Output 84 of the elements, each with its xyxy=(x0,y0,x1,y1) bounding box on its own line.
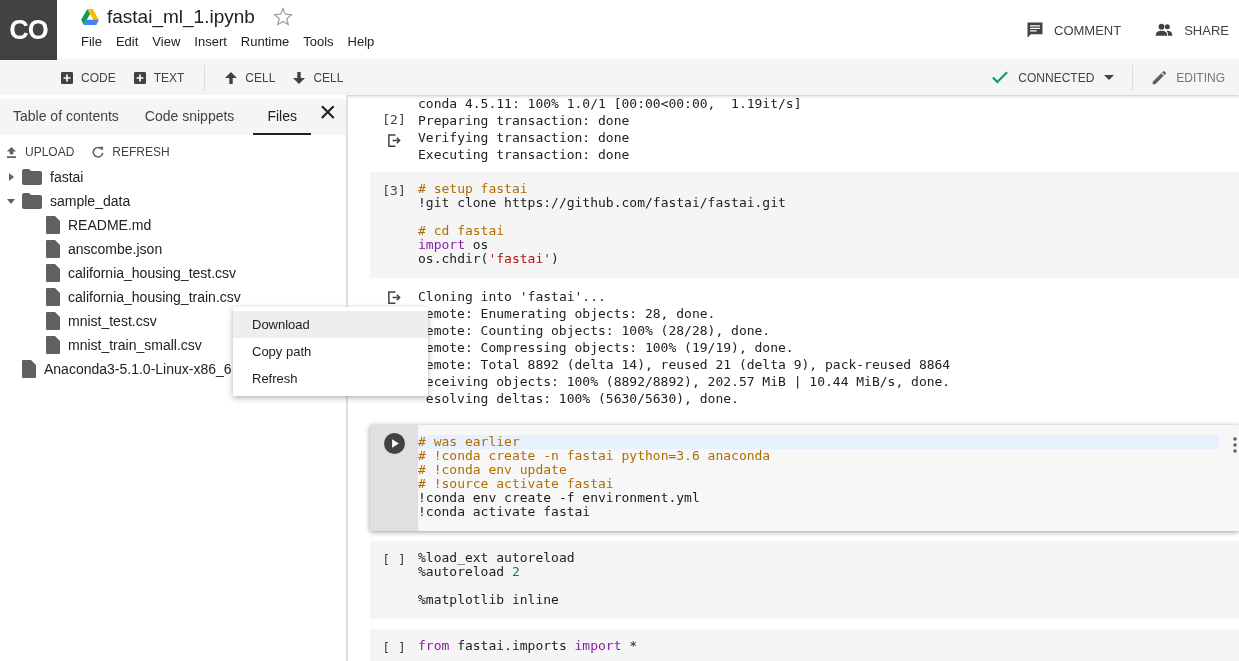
add-cell-button[interactable]: TEXT xyxy=(129,66,189,89)
colab-logo[interactable]: CO xyxy=(0,0,57,60)
share-button[interactable]: SHARE xyxy=(1147,16,1235,44)
code-line: # setup fastai xyxy=(418,182,529,196)
output-line: Verifying transaction: done xyxy=(418,129,631,146)
sidebar-tab[interactable]: Code snippets xyxy=(137,99,242,135)
menu-item[interactable]: View xyxy=(152,34,195,49)
code-line: %matplotlib inline xyxy=(418,593,560,607)
arrow-up-icon xyxy=(225,71,238,84)
folder-icon xyxy=(22,169,42,185)
menu-item[interactable]: Help xyxy=(347,34,389,49)
menu-item[interactable]: Tools xyxy=(303,34,348,49)
execution-count: [ ] xyxy=(382,552,406,569)
output-icon[interactable] xyxy=(386,290,402,305)
code-line: # cd fastai xyxy=(418,224,506,238)
connection-status-button[interactable]: CONNECTED xyxy=(988,66,1119,89)
execution-count: [2] xyxy=(382,112,406,127)
output-line: esolving deltas: 100% (5630/5630), done. xyxy=(424,390,740,407)
file-name[interactable]: sample_data xyxy=(50,193,131,209)
folder-icon xyxy=(22,193,42,209)
menu-item[interactable]: Insert xyxy=(194,34,241,49)
file-icon xyxy=(46,264,60,282)
code-line: !git clone https://github.com/fastai/fastai.git xyxy=(418,196,787,210)
file-icon xyxy=(46,336,60,354)
execution-count: [3] xyxy=(382,183,406,200)
sidebar-tab[interactable]: Files xyxy=(253,99,311,135)
caret-icon[interactable] xyxy=(6,172,16,182)
comment-icon xyxy=(1025,20,1046,40)
code-line: import os xyxy=(418,238,490,252)
menu-item[interactable]: Edit xyxy=(115,34,153,49)
code-line: %load_ext autoreload xyxy=(418,551,576,565)
drive-icon xyxy=(81,9,99,25)
code-line: !conda activate fastai xyxy=(418,505,591,519)
refresh-icon xyxy=(92,146,105,158)
output-line: Preparing transaction: done xyxy=(418,112,631,129)
file-icon xyxy=(22,360,36,378)
add-box-icon xyxy=(61,71,73,84)
code-line: os.chdir('fastai') xyxy=(418,252,560,266)
file-name[interactable]: mnist_train_small.csv xyxy=(68,337,202,353)
code-line: !conda env create -f environment.yml xyxy=(418,491,701,505)
output-line: conda 4.5.11: 100% 1.0/1 [00:00<00:00, 1.19it/s] xyxy=(418,95,803,112)
notebook-title[interactable]: fastai_ml_1.ipynb xyxy=(107,6,255,28)
close-button[interactable]: × xyxy=(316,99,339,125)
code-line: %autoreload 2 xyxy=(418,565,521,579)
menu-item[interactable]: Runtime xyxy=(240,34,304,49)
move-cell-up-button[interactable]: CELL xyxy=(221,66,280,89)
file-name[interactable]: california_housing_train.csv xyxy=(68,289,241,305)
editing-mode-button[interactable]: EDITING xyxy=(1147,65,1229,90)
output-line: Cloning into 'fastai'... xyxy=(418,288,607,305)
upload-icon xyxy=(6,146,17,158)
execution-count: [ ] xyxy=(382,640,406,655)
menu-item[interactable]: File xyxy=(81,34,116,49)
refresh-button[interactable]: REFRESH xyxy=(92,145,170,159)
context-menu-item[interactable]: Download xyxy=(233,311,428,338)
sidebar-tab[interactable]: Table of contents xyxy=(6,99,126,135)
file-icon xyxy=(46,240,60,258)
upload-button[interactable]: UPLOAD xyxy=(6,145,75,159)
output-icon[interactable] xyxy=(386,133,402,148)
file-name[interactable]: california_housing_test.csv xyxy=(68,265,237,281)
add-box-icon xyxy=(133,71,146,84)
run-button[interactable] xyxy=(383,433,405,454)
caret-icon[interactable] xyxy=(6,196,16,206)
file-icon xyxy=(46,216,60,234)
arrow-down-icon xyxy=(293,71,306,84)
file-name[interactable]: fastai xyxy=(50,169,84,185)
code-line: # !conda env update xyxy=(418,463,568,477)
check-icon xyxy=(992,71,1009,84)
code-line: # !conda create -n fastai python=3.6 anaconda xyxy=(418,449,772,463)
move-cell-down-button[interactable]: CELL xyxy=(289,66,348,89)
dropdown-arrow-icon xyxy=(1104,74,1115,81)
comment-button[interactable]: COMMENT xyxy=(1019,16,1128,44)
file-name[interactable]: mnist_test.csv xyxy=(68,313,157,329)
code-line: # !source activate fastai xyxy=(418,477,615,491)
file-name[interactable]: Anaconda3-5.1.0-Linux-x86_6 xyxy=(44,361,232,377)
star-icon[interactable] xyxy=(272,7,293,27)
add-cell-button[interactable]: CODE xyxy=(57,66,120,89)
file-name[interactable]: README.md xyxy=(68,217,152,233)
file-name[interactable]: anscombe.json xyxy=(68,241,163,257)
code-line: from fastai.imports import * xyxy=(418,639,639,653)
output-line: Executing transaction: done xyxy=(418,146,631,163)
pencil-icon xyxy=(1151,69,1169,86)
file-icon xyxy=(46,288,60,306)
file-icon xyxy=(46,312,60,330)
more-options-icon[interactable] xyxy=(1233,437,1237,453)
